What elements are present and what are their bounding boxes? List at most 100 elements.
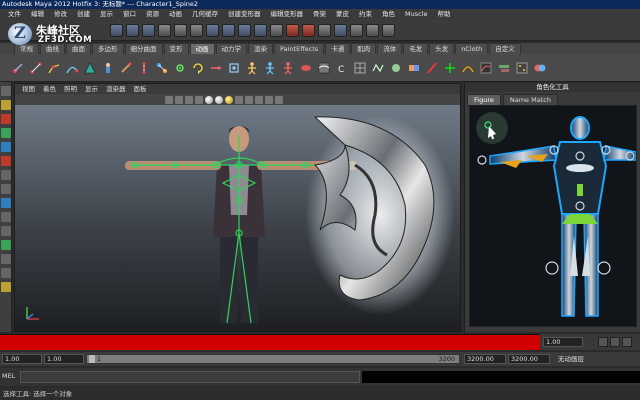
input-field-icon[interactable] (334, 24, 347, 37)
playback-start-field[interactable]: 1.00 (44, 354, 84, 364)
lattice-icon[interactable] (352, 58, 367, 78)
select-tool-icon[interactable] (1, 86, 11, 96)
hik-control-rig-icon[interactable] (280, 58, 295, 78)
snap-surface-icon[interactable] (254, 24, 267, 37)
figure-silhouette[interactable] (489, 116, 636, 317)
select-component-icon[interactable] (190, 24, 203, 37)
trax-editor-icon[interactable] (496, 58, 511, 78)
deformer-icon[interactable] (316, 58, 331, 78)
menu-edit[interactable]: 编辑 (27, 9, 48, 20)
graph-editor-icon[interactable] (478, 58, 493, 78)
menu-animate[interactable]: 动画 (165, 9, 186, 20)
single-pane-layout-icon[interactable] (1, 212, 11, 222)
last-tool-icon[interactable] (1, 198, 11, 208)
open-scene-icon[interactable] (126, 24, 139, 37)
motion-path-icon[interactable] (460, 58, 475, 78)
viewport-menu-view[interactable]: 视图 (19, 84, 38, 94)
joint-tool-icon[interactable] (46, 58, 61, 78)
four-pane-layout-icon[interactable] (1, 226, 11, 236)
rotate-tool-icon[interactable] (1, 128, 11, 138)
pole-vector-icon[interactable] (82, 58, 97, 78)
viewport-menu-shading[interactable]: 着色 (40, 84, 59, 94)
smooth-shade-icon[interactable] (175, 95, 183, 104)
shelf-tab-animation[interactable]: 动画 (189, 43, 215, 54)
shelf-tab-hair[interactable]: 头发 (429, 43, 455, 54)
outliner-layout-icon[interactable] (1, 240, 11, 250)
menu-display[interactable]: 显示 (96, 9, 117, 20)
menu-assets[interactable]: 资源 (142, 9, 163, 20)
default-light-icon[interactable] (205, 95, 213, 104)
shelf-tab-painteffects[interactable]: PaintEffects (274, 43, 325, 54)
ik-handle-icon[interactable] (28, 58, 43, 78)
command-input[interactable] (20, 371, 360, 383)
viewport-menu-renderer[interactable]: 渲染器 (103, 84, 129, 94)
menu-create[interactable]: 创建 (73, 9, 94, 20)
shelf-tab-dynamics[interactable]: 动力学 (215, 43, 247, 54)
menu-modify[interactable]: 修改 (50, 9, 71, 20)
xray-icon[interactable] (235, 95, 243, 104)
menu-muscle[interactable]: Muscle (401, 9, 432, 20)
orient-constraint-icon[interactable] (190, 58, 205, 78)
shelf-tab-subdivs[interactable]: 细分曲面 (124, 43, 163, 54)
range-slider-bar[interactable]: 1 3200 (86, 354, 460, 364)
red-ik-icon[interactable] (424, 58, 439, 78)
viewport-scene[interactable] (15, 105, 460, 331)
shelf-tab-custom[interactable]: 自定义 (489, 43, 521, 54)
shelf-tab-fluids[interactable]: 流体 (377, 43, 403, 54)
play-forward-icon[interactable] (610, 337, 620, 347)
menu-window[interactable]: 窗口 (119, 9, 140, 20)
menu-skeleton[interactable]: 骨架 (309, 9, 330, 20)
figure-view[interactable] (469, 105, 637, 327)
show-channel-box-icon[interactable] (382, 24, 395, 37)
animation-layer-dropdown[interactable]: 无动画层 (558, 354, 584, 364)
move-tool-icon[interactable] (1, 114, 11, 124)
locator-icon[interactable] (442, 58, 457, 78)
snap-curve-icon[interactable] (222, 24, 235, 37)
wireframe-icon[interactable] (165, 95, 173, 104)
menu-edit-deformers[interactable]: 编辑变形器 (267, 9, 308, 20)
animation-end-field[interactable]: 3200.00 (508, 354, 550, 364)
viewport-menu-panels[interactable]: 面板 (131, 84, 150, 94)
snap-point-icon[interactable] (238, 24, 251, 37)
wire-tool-icon[interactable] (370, 58, 385, 78)
persp-layout-icon[interactable] (1, 282, 11, 292)
shelf-tab-rendering[interactable]: 渲染 (248, 43, 273, 54)
viewport-menu-show[interactable]: 显示 (82, 84, 101, 94)
current-time-field[interactable]: 1.00 (543, 337, 583, 347)
range-slider-handle[interactable] (89, 355, 95, 363)
go-to-end-icon[interactable] (622, 337, 632, 347)
point-constraint-icon[interactable] (172, 58, 187, 78)
time-slider[interactable] (0, 334, 540, 350)
cluster-icon[interactable]: C (334, 58, 349, 78)
set-key-icon[interactable] (10, 58, 25, 78)
ipr-render-icon[interactable] (302, 24, 315, 37)
scale-tool-icon[interactable] (1, 142, 11, 152)
all-lights-icon[interactable] (215, 95, 223, 104)
character-set-icon[interactable] (244, 58, 259, 78)
resolution-gate-icon[interactable] (265, 95, 273, 104)
menu-character[interactable]: 角色 (378, 9, 399, 20)
shelf-tab-muscle[interactable]: 肌肉 (351, 43, 377, 54)
muscle-icon[interactable] (298, 58, 313, 78)
show-manipulator-icon[interactable] (1, 184, 11, 194)
perspective-viewport[interactable]: 视图 着色 照明 显示 渲染器 面板 (14, 83, 461, 332)
show-tool-settings-icon[interactable] (366, 24, 379, 37)
go-to-start-icon[interactable] (598, 337, 608, 347)
lasso-tool-icon[interactable] (1, 100, 11, 110)
playback-end-field[interactable]: 3200.00 (464, 354, 506, 364)
full-body-selector-icon[interactable] (476, 112, 508, 144)
select-hierarchy-icon[interactable] (158, 24, 171, 37)
menu-geometry-cache[interactable]: 几何缓存 (188, 9, 222, 20)
render-frame-icon[interactable] (286, 24, 299, 37)
show-attribute-editor-icon[interactable] (350, 24, 363, 37)
blendshape-icon[interactable] (406, 58, 421, 78)
textured-icon[interactable] (195, 95, 203, 104)
menu-help[interactable]: 帮助 (434, 9, 455, 20)
soft-mod-icon[interactable] (1, 170, 11, 180)
skin-bind-icon[interactable] (100, 58, 115, 78)
viewport-menu-lighting[interactable]: 照明 (61, 84, 80, 94)
isolate-select-icon[interactable] (245, 95, 253, 104)
render-settings-icon[interactable] (318, 24, 331, 37)
snap-grid-icon[interactable] (206, 24, 219, 37)
shelf-tab-toon[interactable]: 卡通 (325, 43, 351, 54)
